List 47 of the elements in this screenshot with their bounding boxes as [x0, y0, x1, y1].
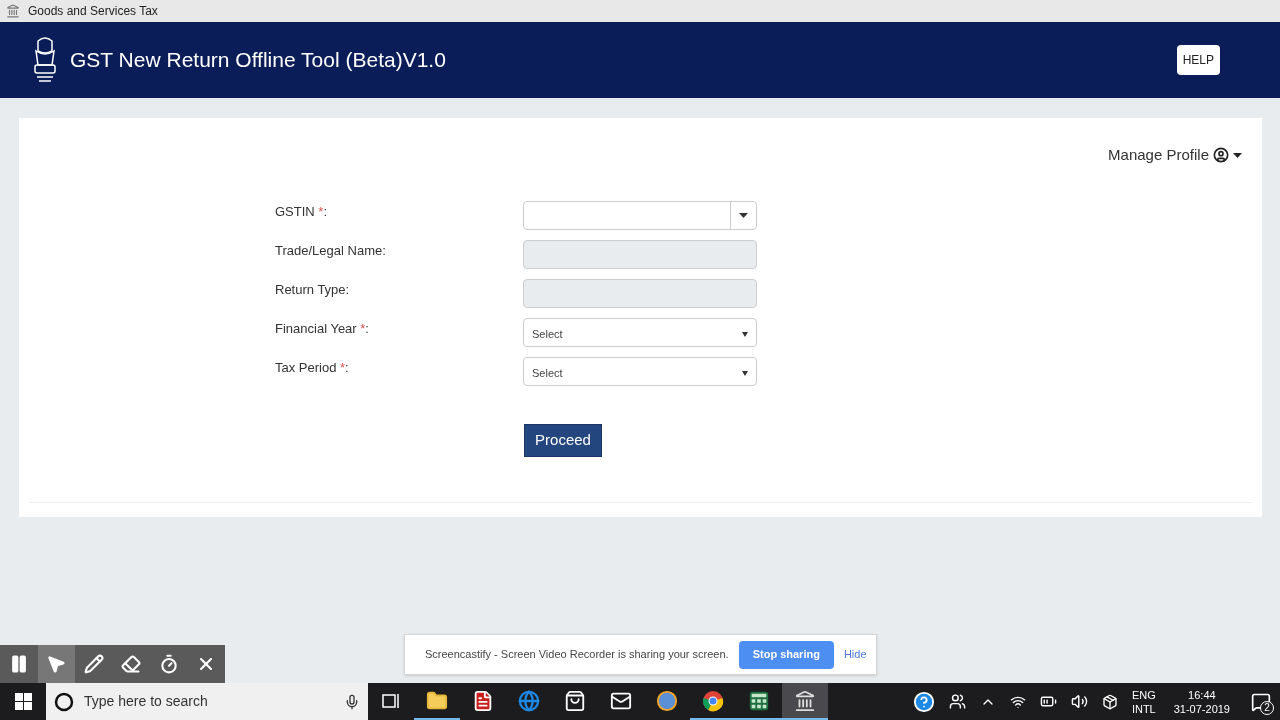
emblem-icon: [6, 4, 20, 18]
help-icon[interactable]: [912, 690, 935, 713]
notification-count: 2: [1260, 700, 1274, 715]
shopping-bag-icon: [564, 689, 586, 712]
globe-icon: [518, 689, 540, 712]
caret-icon: [742, 370, 748, 376]
search-icon: [54, 691, 74, 712]
taskbar-search-box[interactable]: Type here to search: [46, 683, 368, 720]
eraser-icon: [121, 654, 142, 674]
help-button[interactable]: HELP: [1176, 45, 1220, 75]
caret-icon: [742, 331, 748, 337]
select-field[interactable]: Select: [523, 356, 757, 386]
timer-icon: [158, 654, 179, 674]
clock[interactable]: 16:44 31-07-2019: [1169, 687, 1234, 716]
sharing-message: Screencastify - Screen Video Recorder is sharing your screen.: [425, 647, 729, 663]
volume-icon[interactable]: [1070, 693, 1088, 710]
caret-icon: [1233, 152, 1242, 158]
proceed-button[interactable]: Proceed: [524, 423, 602, 457]
user-icon: [1213, 147, 1229, 164]
manage-profile-menu[interactable]: Manage Profile: [1108, 144, 1242, 167]
microphone-icon: [344, 693, 360, 710]
people-icon[interactable]: [948, 693, 966, 710]
pen-icon: [83, 654, 104, 674]
package-icon[interactable]: [1101, 693, 1118, 710]
language-indicator[interactable]: ENG INTL: [1131, 687, 1156, 716]
gstin-combo-field[interactable]: [523, 200, 757, 230]
field-label: Tax Period *:: [275, 358, 350, 377]
folder-icon: [426, 689, 448, 712]
pointer-icon: [46, 654, 67, 674]
spreadsheet-icon: [748, 689, 770, 712]
document-icon: [472, 689, 494, 712]
field-label: Trade/Legal Name:: [275, 241, 387, 260]
select-field[interactable]: Select: [523, 317, 757, 347]
taskbar-app-button[interactable]: [782, 683, 828, 720]
field-label: Return Type:: [275, 280, 351, 299]
caret-icon: [739, 212, 748, 218]
emblem-icon: [794, 689, 816, 712]
field-label: Financial Year *:: [275, 319, 370, 338]
browser-icon: [702, 689, 724, 712]
windows-icon: [14, 693, 32, 710]
notification-button[interactable]: 2: [1248, 688, 1274, 715]
search-placeholder: Type here to search: [84, 692, 209, 711]
app-title: GST New Return Offline Tool (Beta)V1.0: [70, 47, 446, 74]
recorder-tool-button[interactable]: [37, 645, 75, 683]
field-label: GSTIN *:: [275, 202, 329, 221]
hide-link[interactable]: Hide: [843, 646, 867, 663]
window-title: Goods and Services Tax: [28, 3, 158, 20]
